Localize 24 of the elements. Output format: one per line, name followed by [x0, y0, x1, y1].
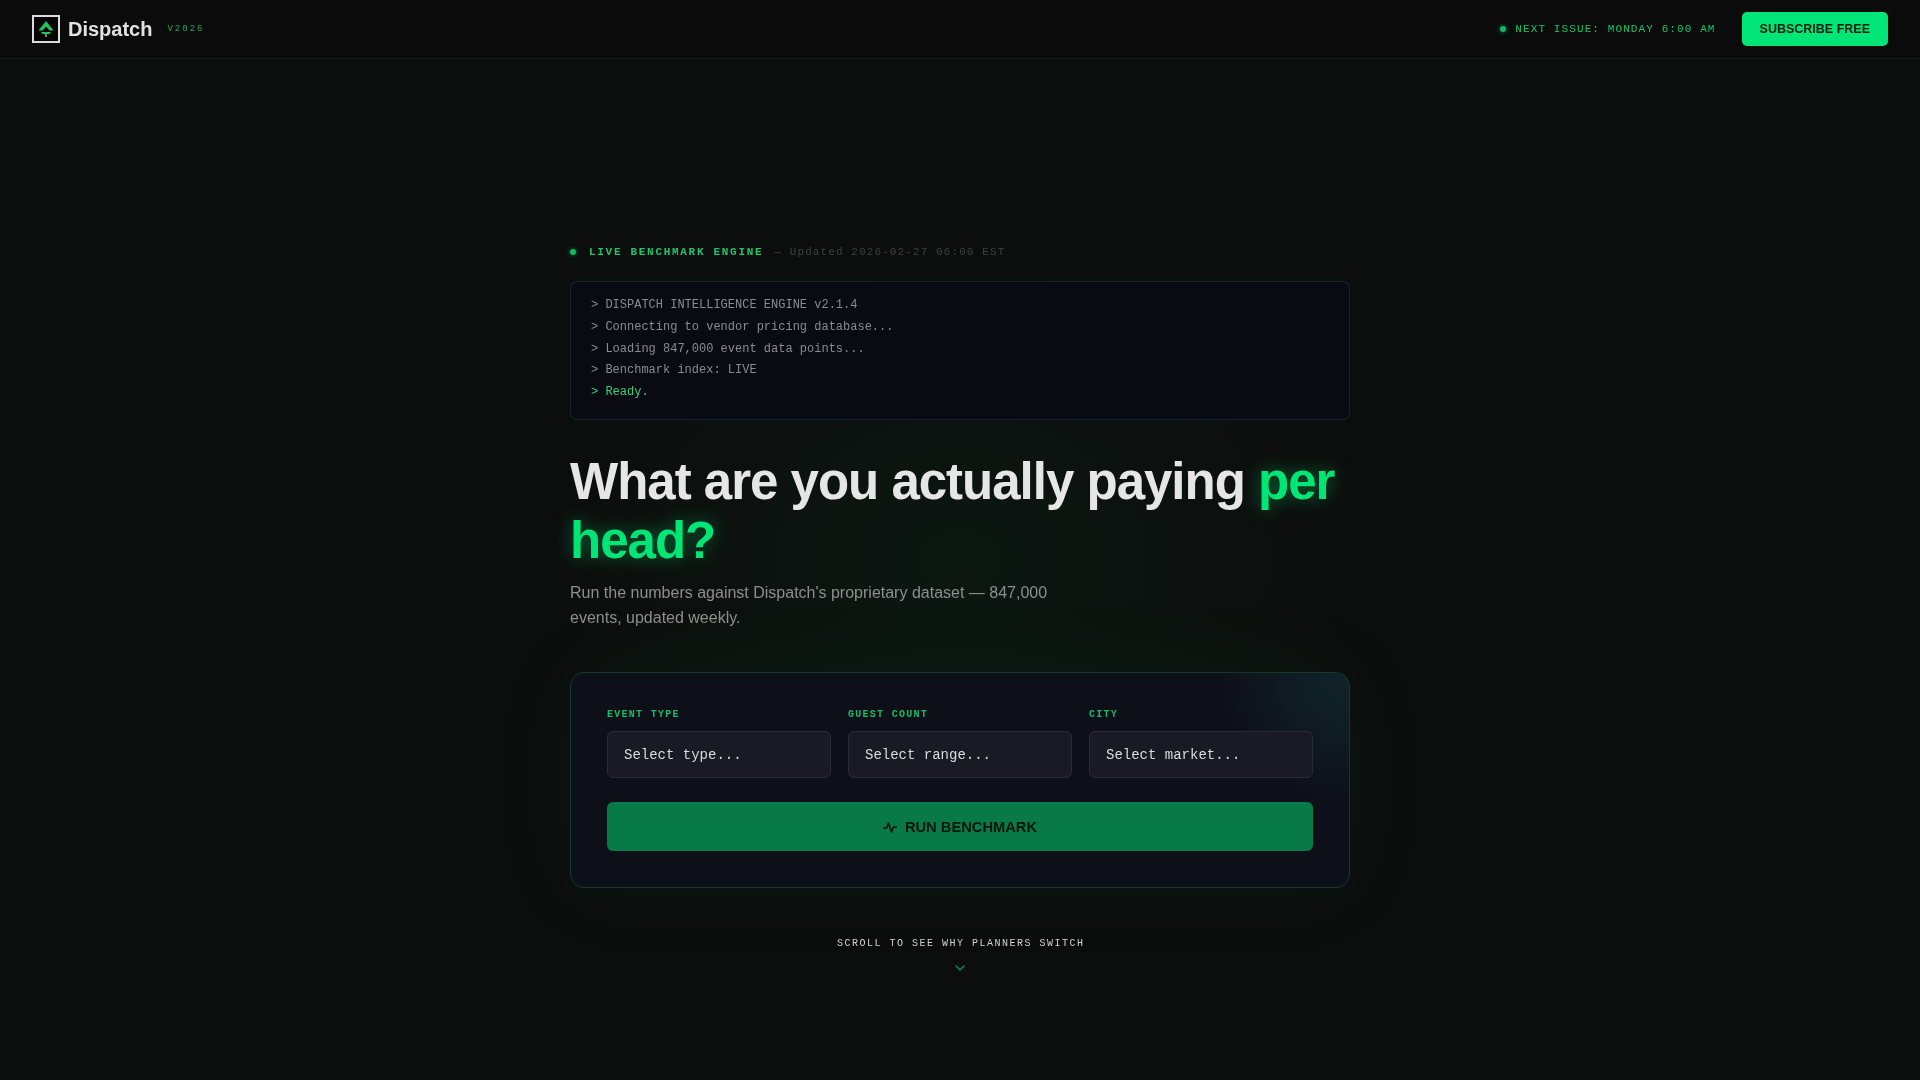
dropdown-field[interactable]: Select market...: [1089, 731, 1313, 778]
dropdown-field[interactable]: Select type...: [607, 731, 831, 778]
scroll-hint: SCROLL TO SEE WHY PLANNERS SWITCH: [835, 938, 1085, 950]
terminal-line: > Benchmark index: LIVE: [591, 362, 758, 380]
terminal-line: > DISPATCH INTELLIGENCE ENGINE v2.1.4: [591, 297, 859, 314]
version-label: V2026: [167, 23, 205, 35]
status-dot-icon: [570, 249, 576, 255]
terminal-line: > Connecting to vendor pricing database...: [591, 318, 895, 336]
pulse-icon: [882, 819, 897, 834]
next-issue-label: NEXT ISSUE: MONDAY 6:00 AM: [1515, 22, 1716, 36]
field-label: GUEST COUNT: [848, 709, 929, 722]
terminal-line: > Ready.: [591, 384, 650, 402]
status-label: LIVE BENCHMARK ENGINE: [589, 245, 764, 260]
logo-icon: [32, 15, 60, 43]
status-dot-icon: [1500, 26, 1507, 32]
chevron-down-icon: [955, 965, 965, 971]
subscribe-button[interactable]: SUBSCRIBE FREE: [1741, 12, 1888, 46]
field-label: CITY: [1089, 709, 1120, 722]
brand-name: Dispatch: [68, 17, 153, 41]
subtitle: Run the numbers against Dispatch's proprietary dataset — 847,000 events, updated weekly.: [570, 583, 1049, 629]
field-label: EVENT TYPE: [607, 709, 681, 722]
headline: What are you actually paying per head?: [570, 452, 1336, 571]
dropdown-field[interactable]: Select range...: [848, 731, 1072, 778]
terminal-line: > Loading 847,000 event data points...: [591, 340, 866, 358]
